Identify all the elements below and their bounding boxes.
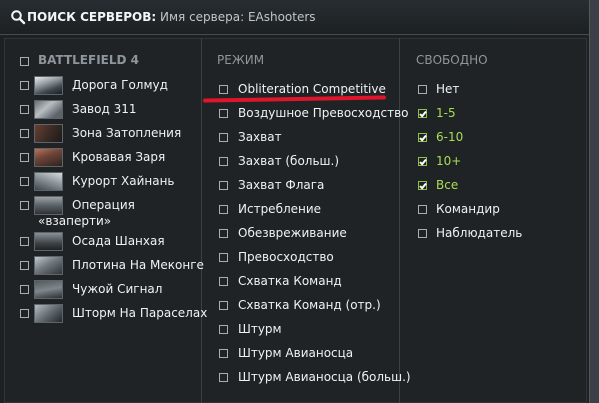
- map-thumbnail: [34, 124, 63, 143]
- map-thumbnail: [34, 76, 63, 95]
- mode-label[interactable]: Obliteration Competitive: [238, 82, 386, 96]
- mode-checkbox[interactable]: [219, 109, 228, 118]
- game-checkbox[interactable]: [20, 57, 29, 66]
- map-checkbox[interactable]: [20, 237, 29, 246]
- free-slots-label[interactable]: 6-10: [436, 130, 463, 144]
- map-label[interactable]: Чужой Сигнал: [72, 282, 162, 296]
- map-thumbnail: [34, 100, 63, 119]
- free-slots-label[interactable]: Наблюдатель: [436, 226, 522, 240]
- map-label[interactable]: Курорт Хайнань: [72, 174, 175, 188]
- mode-checkbox[interactable]: [219, 277, 228, 286]
- mode-label[interactable]: Схватка Команд (отр.): [238, 298, 381, 312]
- mode-checkbox[interactable]: [219, 325, 228, 334]
- map-checkbox[interactable]: [20, 81, 29, 90]
- map-checkbox[interactable]: [20, 177, 29, 186]
- mode-label[interactable]: Штурм Авианосца (больш.): [238, 370, 411, 384]
- mode-label[interactable]: Захват (больш.): [238, 154, 339, 168]
- free-slots-checkbox-checked[interactable]: [418, 109, 427, 118]
- scrollbar[interactable]: [589, 0, 599, 403]
- map-checkbox[interactable]: [20, 201, 29, 210]
- free-slots-checkbox-checked[interactable]: [418, 181, 427, 190]
- server-search-bar: ПОИСК СЕРВЕРОВ:: [0, 0, 589, 35]
- map-checkbox[interactable]: [20, 309, 29, 318]
- mode-label[interactable]: Истребление: [238, 202, 321, 216]
- free-slots-checkbox-checked[interactable]: [418, 133, 427, 142]
- mode-label[interactable]: Превосходство: [238, 250, 334, 264]
- free-slots-label[interactable]: Командир: [436, 202, 500, 216]
- map-label[interactable]: Осада Шанхая: [72, 234, 165, 248]
- mode-header: РЕЖИМ: [217, 53, 265, 67]
- map-label-continued[interactable]: «взаперти»: [38, 214, 111, 228]
- free-slots-label[interactable]: Нет: [436, 82, 459, 96]
- free-slots-checkbox[interactable]: [418, 85, 427, 94]
- map-label[interactable]: Шторм На Параселах: [72, 306, 207, 320]
- map-thumbnail: [34, 304, 63, 323]
- server-filter-screen: ПОИСК СЕРВЕРОВ: BATTLEFIELD 4 Дорога Гол…: [0, 0, 599, 403]
- map-thumbnail: [34, 196, 63, 215]
- mode-checkbox[interactable]: [219, 205, 228, 214]
- map-label[interactable]: Зона Затопления: [72, 126, 181, 140]
- mode-checkbox[interactable]: [219, 349, 228, 358]
- mode-checkbox[interactable]: [219, 85, 228, 94]
- map-thumbnail: [34, 232, 63, 251]
- search-icon: [11, 10, 26, 25]
- mode-checkbox[interactable]: [219, 301, 228, 310]
- map-thumbnail: [34, 172, 63, 191]
- mode-label[interactable]: Схватка Команд: [238, 274, 342, 288]
- map-checkbox[interactable]: [20, 129, 29, 138]
- search-label: ПОИСК СЕРВЕРОВ:: [27, 10, 157, 24]
- free-slots-label[interactable]: 10+: [436, 154, 461, 168]
- map-thumbnail: [34, 256, 63, 275]
- column-divider: [201, 38, 202, 403]
- mode-label[interactable]: Захват: [238, 130, 282, 144]
- map-checkbox[interactable]: [20, 105, 29, 114]
- search-input[interactable]: [158, 6, 582, 28]
- map-checkbox[interactable]: [20, 261, 29, 270]
- mode-label[interactable]: Захват Флага: [238, 178, 324, 192]
- free-slots-label[interactable]: Все: [436, 178, 458, 192]
- free-slots-header: СВОБОДНО: [416, 53, 488, 67]
- mode-label[interactable]: Обезвреживание: [238, 226, 347, 240]
- map-thumbnail: [34, 148, 63, 167]
- map-thumbnail: [34, 280, 63, 299]
- column-divider: [399, 38, 400, 403]
- mode-checkbox[interactable]: [219, 181, 228, 190]
- map-checkbox[interactable]: [20, 153, 29, 162]
- map-label[interactable]: Кровавая Заря: [72, 150, 165, 164]
- map-label[interactable]: Дорога Голмуд: [72, 78, 168, 92]
- free-slots-checkbox[interactable]: [418, 229, 427, 238]
- mode-checkbox[interactable]: [219, 229, 228, 238]
- map-label[interactable]: Операция: [72, 198, 135, 212]
- mode-label[interactable]: Воздушное Превосходство: [238, 106, 409, 120]
- mode-checkbox[interactable]: [219, 253, 228, 262]
- mode-label[interactable]: Штурм Авианосца: [238, 346, 353, 360]
- free-slots-checkbox-checked[interactable]: [418, 157, 427, 166]
- map-label[interactable]: Плотина На Меконге: [72, 258, 204, 272]
- map-checkbox[interactable]: [20, 285, 29, 294]
- mode-checkbox[interactable]: [219, 157, 228, 166]
- free-slots-label[interactable]: 1-5: [436, 106, 456, 120]
- mode-label[interactable]: Штурм: [238, 322, 282, 336]
- game-header: BATTLEFIELD 4: [38, 53, 139, 67]
- mode-checkbox[interactable]: [219, 373, 228, 382]
- free-slots-checkbox[interactable]: [418, 205, 427, 214]
- map-label[interactable]: Завод 311: [72, 102, 136, 116]
- mode-checkbox[interactable]: [219, 133, 228, 142]
